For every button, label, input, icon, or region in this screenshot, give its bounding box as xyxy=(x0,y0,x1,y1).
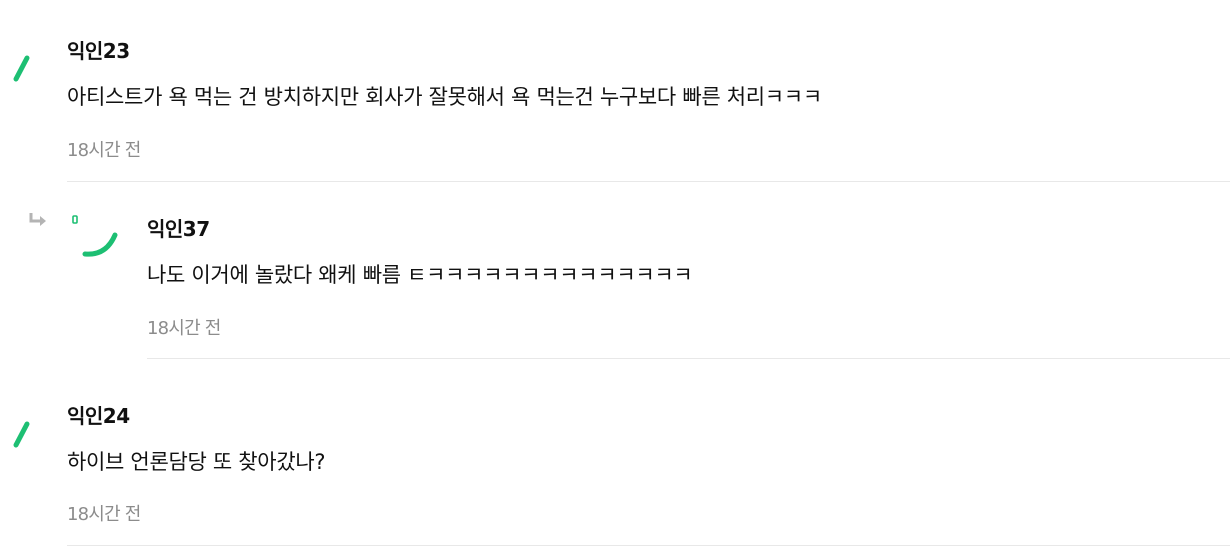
comment-time: 18시간 전 xyxy=(67,140,141,161)
comment-divider xyxy=(67,545,1230,546)
comment-time: 18시간 전 xyxy=(147,318,221,339)
comment-text: 아티스트가 욕 먹는 건 방치하지만 회사가 잘못해서 욕 먹는건 누구보다 빠… xyxy=(67,85,822,109)
green-slash-icon xyxy=(13,55,30,82)
green-smile-icon xyxy=(72,215,118,257)
comment-divider xyxy=(147,358,1230,359)
comment-author[interactable]: 익인37 xyxy=(147,213,210,242)
comment-item: 익인24 하이브 언론담당 또 찾아갔나? 18시간 전 xyxy=(0,360,1230,552)
comment-author[interactable]: 익인23 xyxy=(67,35,130,64)
reply-arrow-icon xyxy=(29,213,46,226)
comment-time: 18시간 전 xyxy=(67,504,141,525)
comment-text: 하이브 언론담당 또 찾아갔나? xyxy=(67,450,326,474)
comment-text: 나도 이거에 놀랐다 왜케 빠름 ㅌㅋㅋㅋㅋㅋㅋㅋㅋㅋㅋㅋㅋㅋㅋ xyxy=(147,263,693,287)
reply-comment-item: 익인37 나도 이거에 놀랐다 왜케 빠름 ㅌㅋㅋㅋㅋㅋㅋㅋㅋㅋㅋㅋㅋㅋㅋ 18… xyxy=(0,182,1230,360)
green-slash-icon xyxy=(13,421,30,448)
comment-item: 익인23 아티스트가 욕 먹는 건 방치하지만 회사가 잘못해서 욕 먹는건 누… xyxy=(0,0,1230,182)
comment-author[interactable]: 익인24 xyxy=(67,400,130,429)
